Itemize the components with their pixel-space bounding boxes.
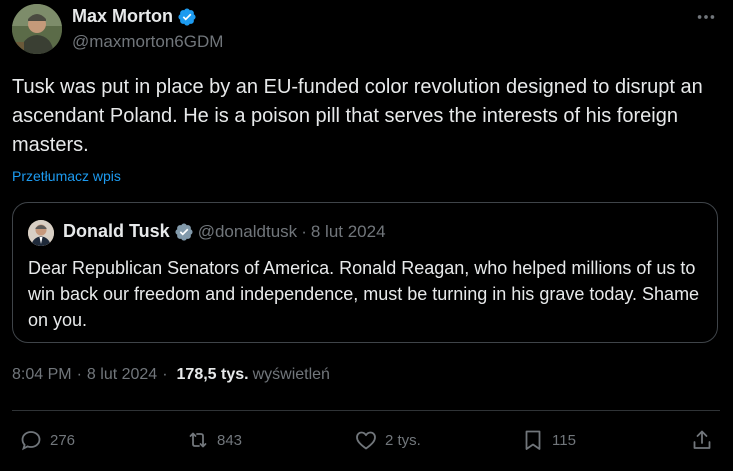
meta-separator: · <box>162 366 168 383</box>
post-meta: 8:04 PM · 8 lut 2024 · 178,5 tys. wyświe… <box>12 366 330 384</box>
like-button[interactable]: 2 tys. <box>354 427 421 453</box>
reply-count: 276 <box>50 431 76 449</box>
verified-badge-icon <box>178 7 196 26</box>
share-button[interactable] <box>690 427 714 453</box>
meta-separator: · <box>76 366 82 383</box>
quote-header: Donald Tusk @donaldtusk · 8 lut 2024 <box>63 221 386 242</box>
views-count[interactable]: 178,5 tys. <box>177 366 249 384</box>
verified-badge-icon <box>175 222 193 241</box>
more-options-button[interactable] <box>691 4 721 30</box>
quote-author-name[interactable]: Donald Tusk <box>63 221 170 242</box>
quoted-tweet[interactable]: Donald Tusk @donaldtusk · 8 lut 2024 Dea… <box>12 202 718 343</box>
tweet: Max Morton @maxmorton6GDM Tusk was put i… <box>0 0 733 471</box>
quote-separator: · <box>301 221 307 241</box>
divider <box>12 410 720 411</box>
quote-date[interactable]: 8 lut 2024 <box>311 222 386 242</box>
repost-icon <box>189 432 207 448</box>
author-avatar[interactable] <box>12 4 62 54</box>
author-handle[interactable]: @maxmorton6GDM <box>72 32 223 52</box>
repost-count: 843 <box>217 431 243 449</box>
post-time[interactable]: 8:04 PM <box>12 366 72 384</box>
views-label: wyświetleń <box>252 366 330 383</box>
bookmark-button[interactable]: 115 <box>521 427 576 453</box>
quote-text: Dear Republican Senators of America. Ron… <box>28 258 700 330</box>
reply-icon <box>21 431 41 451</box>
post-text: Tusk was put in place by an EU-funded co… <box>12 76 703 156</box>
bookmark-icon <box>525 430 541 450</box>
repost-button[interactable]: 843 <box>186 427 242 453</box>
like-count: 2 tys. <box>385 431 421 449</box>
profile-photo-icon <box>28 220 54 246</box>
more-horizontal-icon <box>697 15 715 19</box>
quote-author-handle[interactable]: @donaldtusk <box>198 222 298 242</box>
post-date[interactable]: 8 lut 2024 <box>87 366 157 384</box>
reply-button[interactable]: 276 <box>19 427 75 453</box>
share-icon <box>693 430 711 449</box>
author-name-row[interactable]: Max Morton <box>72 6 197 27</box>
quote-author-avatar[interactable] <box>28 220 54 246</box>
author-name[interactable]: Max Morton <box>72 6 173 27</box>
translate-post-link[interactable]: Przetłumacz wpis <box>12 168 121 184</box>
heart-icon <box>356 431 376 450</box>
bookmark-count: 115 <box>552 431 576 449</box>
profile-photo-icon <box>12 4 62 54</box>
